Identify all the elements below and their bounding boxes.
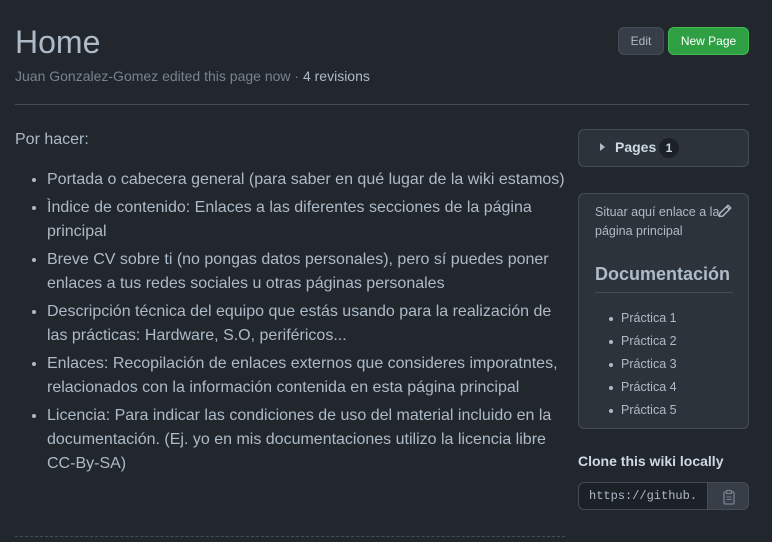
sidebar-link[interactable]: Práctica 1 bbox=[595, 307, 735, 330]
clone-url-input[interactable]: https://github. bbox=[578, 482, 708, 510]
content-bottom-divider bbox=[15, 536, 565, 537]
edit-button[interactable]: Edit bbox=[618, 27, 664, 55]
intro-text: Por hacer: bbox=[15, 131, 89, 148]
sidebar-link[interactable]: Práctica 3 bbox=[595, 353, 735, 376]
list-item: Enlaces: Recopilación de enlaces externo… bbox=[47, 352, 565, 400]
sidebar-link[interactable]: Práctica 5 bbox=[595, 399, 735, 422]
pencil-icon[interactable] bbox=[717, 203, 733, 219]
revisions-link[interactable]: 4 revisions bbox=[303, 68, 370, 84]
list-item: Breve CV sobre ti (no pongas datos perso… bbox=[47, 248, 565, 296]
sidebar-note: Situar aquí enlace a la página principal bbox=[595, 205, 720, 238]
sidebar-heading: Documentación bbox=[595, 262, 733, 293]
wiki-page: Home Juan Gonzalez-Gomez edited this pag… bbox=[0, 0, 772, 542]
list-item: Portada o cabecera general (para saber e… bbox=[47, 168, 565, 192]
caret-right-icon bbox=[600, 143, 605, 151]
page-title: Home bbox=[15, 24, 101, 60]
list-item: Ìndice de contenido: Enlaces a las difer… bbox=[47, 196, 565, 244]
sidebar-link[interactable]: Práctica 4 bbox=[595, 376, 735, 399]
list-item: Licencia: Para indicar las condiciones d… bbox=[47, 404, 565, 476]
sidebar-link[interactable]: Práctica 2 bbox=[595, 330, 735, 353]
pages-count-badge: 1 bbox=[659, 138, 679, 158]
author-name[interactable]: Juan Gonzalez-Gomez bbox=[15, 68, 158, 84]
edited-text: edited this page now · bbox=[158, 68, 303, 84]
new-page-button[interactable]: New Page bbox=[668, 27, 749, 55]
clipboard-icon bbox=[723, 489, 735, 505]
todo-list: Portada o cabecera general (para saber e… bbox=[15, 168, 565, 476]
list-item: Descripción técnica del equipo que estás… bbox=[47, 300, 565, 348]
pages-toggle[interactable]: Pages 1 bbox=[578, 129, 749, 167]
custom-sidebar: Situar aquí enlace a la página principal… bbox=[578, 193, 749, 429]
clone-url-group: https://github. bbox=[578, 482, 749, 510]
wiki-content: Por hacer: Portada o cabecera general (p… bbox=[15, 128, 565, 480]
page-meta: Juan Gonzalez-Gomez edited this page now… bbox=[15, 67, 370, 85]
copy-button[interactable] bbox=[707, 482, 749, 510]
sidebar-links: Práctica 1 Práctica 2 Práctica 3 Práctic… bbox=[595, 307, 735, 422]
pages-label: Pages bbox=[615, 139, 657, 155]
header-divider bbox=[15, 104, 749, 105]
clone-title: Clone this wiki locally bbox=[578, 453, 724, 469]
